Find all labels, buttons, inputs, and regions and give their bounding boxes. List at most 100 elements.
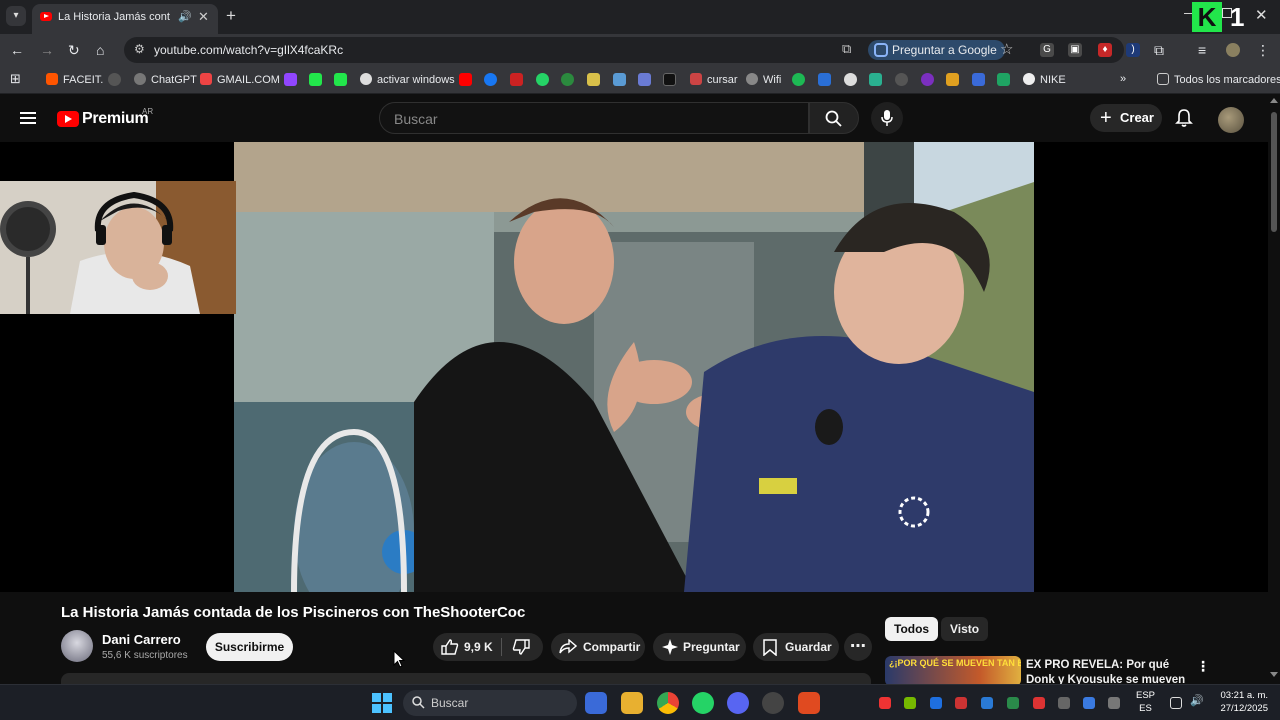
youtube-icon[interactable] xyxy=(459,73,472,86)
menu-kebab-icon[interactable]: ⋮ xyxy=(1256,42,1270,59)
whatsapp-icon[interactable] xyxy=(536,73,549,86)
profile-avatar[interactable] xyxy=(1226,43,1240,57)
windows-start-icon[interactable] xyxy=(372,693,392,713)
kick-icon[interactable] xyxy=(334,73,347,86)
tray-green-icon[interactable] xyxy=(1007,697,1019,709)
extension-cat-icon[interactable]: ▣ xyxy=(1068,43,1082,57)
chrome-icon[interactable] xyxy=(657,692,679,714)
bookmark-blue-icon[interactable] xyxy=(613,73,626,86)
create-button[interactable]: + Crear xyxy=(1090,104,1162,132)
window-close-icon[interactable]: ✕ xyxy=(1255,6,1268,24)
video-player[interactable] xyxy=(0,142,1268,592)
facebook-icon[interactable] xyxy=(484,73,497,86)
extension-audio-icon[interactable]: ) xyxy=(1126,43,1140,57)
site-info-icon[interactable]: ⚙ xyxy=(134,42,145,56)
forward-icon[interactable]: → xyxy=(40,42,54,58)
bookmark-forms-icon[interactable] xyxy=(972,73,985,86)
bookmark-gray-icon[interactable] xyxy=(895,73,908,86)
tray-shield-icon[interactable] xyxy=(1033,697,1045,709)
tray-mic-icon[interactable] xyxy=(1083,697,1095,709)
bookmark-teal-icon[interactable] xyxy=(869,73,882,86)
green-app-icon[interactable] xyxy=(561,73,574,86)
home-icon[interactable]: ⌂ xyxy=(96,42,104,58)
system-clock[interactable]: 03:21 a. m. 27/12/2025 xyxy=(1212,689,1268,715)
bookmark-cursar[interactable]: cursar xyxy=(690,73,738,86)
bookmarks-overflow-icon[interactable]: » xyxy=(1120,73,1126,85)
network-icon[interactable] xyxy=(1170,697,1182,709)
search-input[interactable]: Buscar xyxy=(379,102,809,134)
tray-blue-icon[interactable] xyxy=(981,697,993,709)
bookmark-gmail[interactable]: GMAIL.COM xyxy=(200,73,280,86)
tray-app-icon[interactable] xyxy=(879,697,891,709)
bookmark-star-icon[interactable]: ☆ xyxy=(1000,40,1013,58)
chip-todos[interactable]: Todos xyxy=(885,617,939,641)
file-explorer-icon[interactable] xyxy=(621,692,643,714)
tray-steam-icon[interactable] xyxy=(1058,697,1070,709)
bookmark-card-icon[interactable] xyxy=(638,73,651,86)
account-avatar[interactable] xyxy=(1218,107,1244,133)
share-button[interactable]: Compartir xyxy=(551,633,645,661)
recommendation-thumbnail[interactable]: ¿¡POR QUÉ SE MUEVEN TAN BIEN?! xyxy=(885,656,1021,686)
canva-icon[interactable] xyxy=(921,73,934,86)
bookmark-tools-icon[interactable] xyxy=(946,73,959,86)
nvidia-icon[interactable] xyxy=(904,697,916,709)
address-bar[interactable]: ⚙ youtube.com/watch?v=gIlX4fcaKRc ⧉ Preg… xyxy=(124,37,1124,63)
search-button[interactable] xyxy=(809,102,859,134)
voice-search-button[interactable] xyxy=(871,102,903,134)
browser-tab-active[interactable]: La Historia Jamás contada de 🔊 ✕ xyxy=(32,4,218,34)
notifications-bell-icon[interactable] xyxy=(1174,108,1194,128)
speaker-icon[interactable]: 🔊 xyxy=(178,10,192,23)
drive-icon[interactable] xyxy=(997,73,1010,86)
new-tab-icon[interactable]: + xyxy=(226,6,236,26)
steam-icon[interactable] xyxy=(762,692,784,714)
recommendation-menu-icon[interactable]: ⋮ xyxy=(1196,658,1210,675)
bookmark-wifi[interactable]: Wifi xyxy=(746,73,781,86)
spotify-icon[interactable] xyxy=(792,73,805,86)
extension-shield-icon[interactable]: ♦ xyxy=(1098,43,1112,57)
hamburger-menu-icon[interactable] xyxy=(20,112,36,124)
cast-icon[interactable]: ⧉ xyxy=(842,41,851,57)
bookmark-faceit[interactable]: FACEIT. xyxy=(46,73,103,86)
whatsapp-icon[interactable] xyxy=(692,692,714,714)
back-icon[interactable]: ← xyxy=(10,42,24,58)
ask-google-button[interactable]: Preguntar a Google xyxy=(868,40,1005,60)
scroll-up-icon[interactable] xyxy=(1270,98,1278,103)
apps-grid-icon[interactable]: ⊞ xyxy=(10,71,21,87)
paypal-icon[interactable] xyxy=(818,73,831,86)
keyboard-icon[interactable] xyxy=(1108,697,1120,709)
dislike-button[interactable] xyxy=(503,633,543,661)
youtube-brand[interactable]: Premium xyxy=(82,110,149,128)
twitch-icon[interactable] xyxy=(284,73,297,86)
discord-web-icon[interactable] xyxy=(844,73,857,86)
recommendation-title[interactable]: EX PRO REVELA: Por qué Donk y Kyousuke s… xyxy=(1026,658,1186,684)
all-bookmarks-folder[interactable]: Todos los marcadores xyxy=(1157,73,1280,86)
bluetooth-icon[interactable] xyxy=(930,697,942,709)
page-scrollbar[interactable] xyxy=(1268,94,1280,684)
bookmark-yellow-icon[interactable] xyxy=(587,73,600,86)
bookmark-activar-windows[interactable]: activar windows xyxy=(360,73,455,86)
volume-icon[interactable]: 🔊 xyxy=(1190,694,1204,707)
channel-avatar[interactable] xyxy=(61,630,93,662)
river-icon[interactable] xyxy=(510,73,523,86)
subscribe-button[interactable]: Suscribirme xyxy=(206,633,293,661)
extensions-puzzle-icon[interactable]: ⧉ xyxy=(1154,42,1164,59)
scrollbar-thumb[interactable] xyxy=(1271,112,1277,232)
address-url[interactable]: youtube.com/watch?v=gIlX4fcaKRc xyxy=(154,43,343,57)
kick-icon[interactable] xyxy=(309,73,322,86)
scroll-down-icon[interactable] xyxy=(1270,672,1278,677)
extension-g-icon[interactable]: G xyxy=(1040,43,1054,57)
brave-icon[interactable] xyxy=(798,692,820,714)
bookmark-chatgpt[interactable]: ChatGPT xyxy=(134,73,197,86)
channel-name[interactable]: Dani Carrero xyxy=(102,632,181,647)
x-icon[interactable] xyxy=(663,73,676,86)
chip-visto[interactable]: Visto xyxy=(941,617,989,641)
store-icon[interactable] xyxy=(585,692,607,714)
like-button[interactable]: 9,9 K xyxy=(433,633,501,661)
tab-search-menu-icon[interactable]: ▾ xyxy=(6,6,26,26)
discord-icon[interactable] xyxy=(727,692,749,714)
bookmark-nike[interactable]: NIKE xyxy=(1023,73,1066,86)
youtube-logo-icon[interactable] xyxy=(57,111,79,127)
save-button[interactable]: Guardar xyxy=(753,633,839,661)
bookmark-circle-icon[interactable] xyxy=(108,73,121,86)
video-frame[interactable] xyxy=(234,142,1034,592)
